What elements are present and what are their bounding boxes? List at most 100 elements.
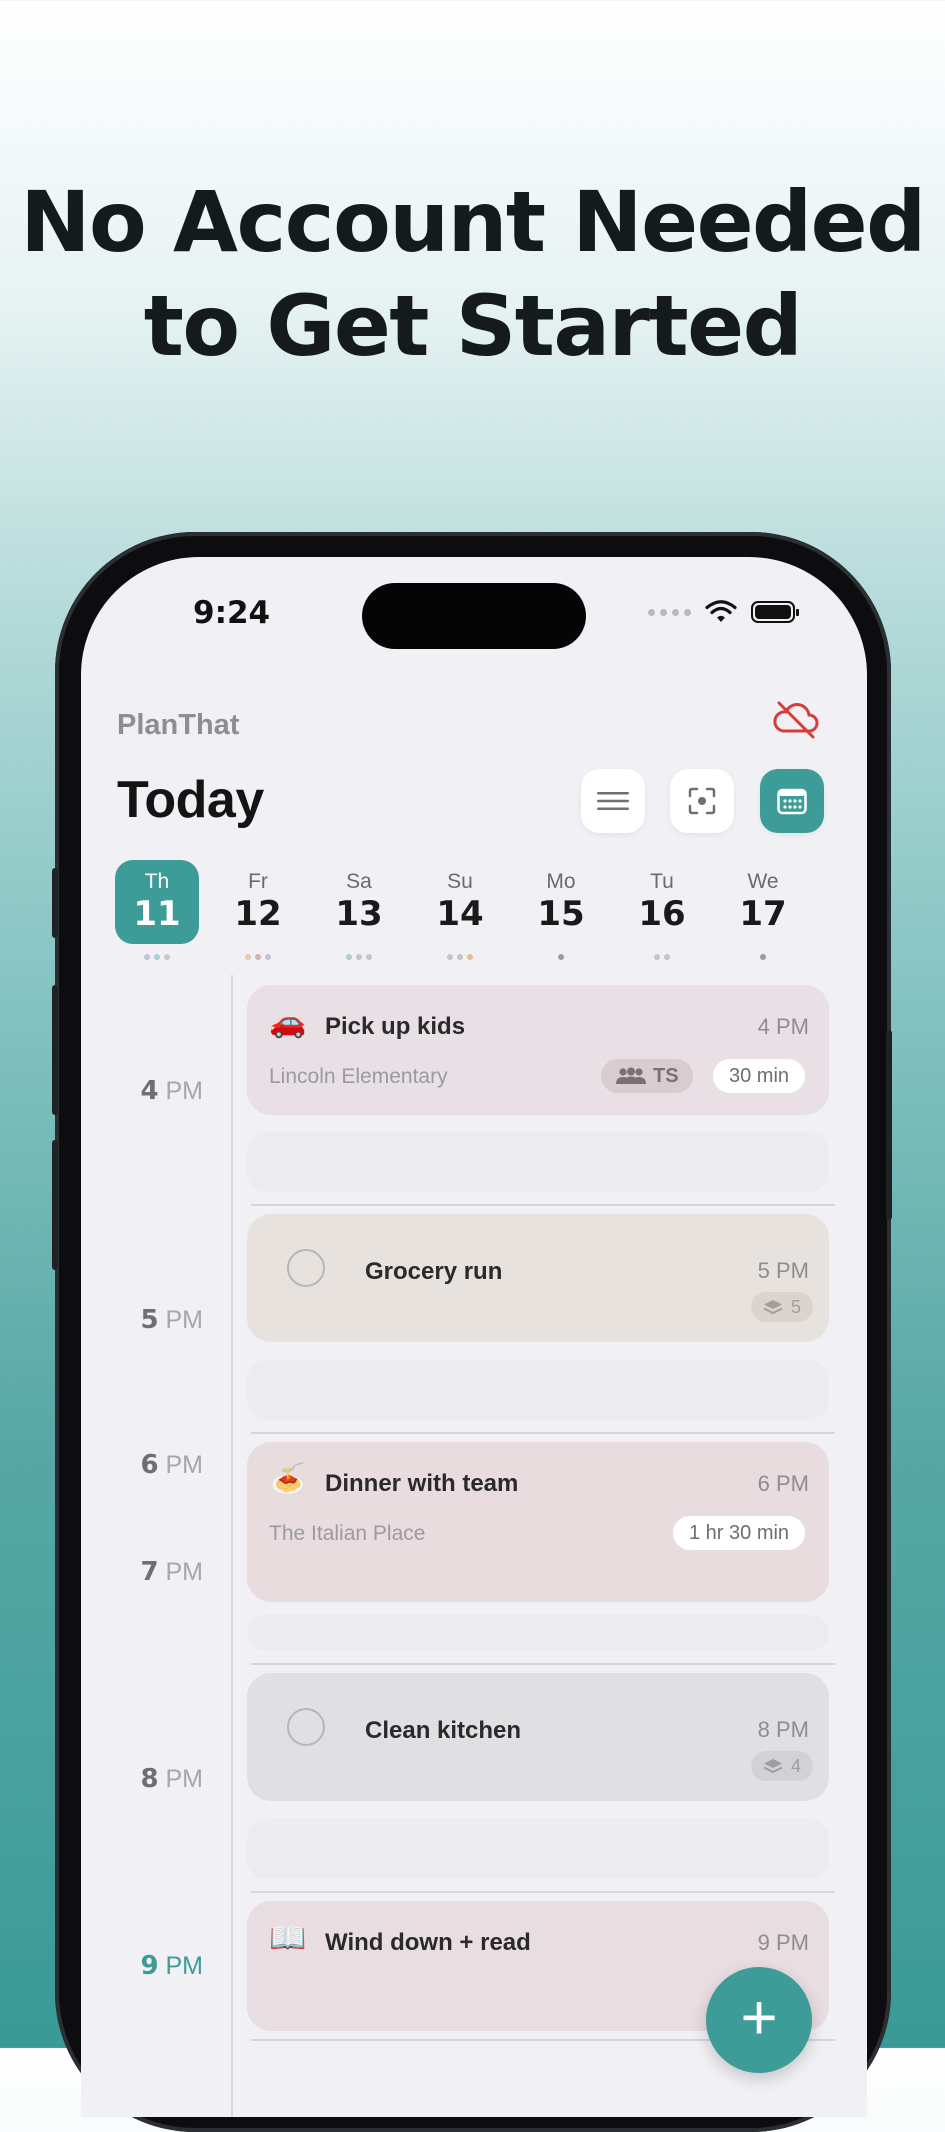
event-time: 9 PM	[757, 1930, 809, 1955]
app-name: PlanThat	[117, 709, 240, 741]
task-time: 5 PM	[757, 1258, 809, 1283]
empty-slot[interactable]	[247, 1819, 829, 1879]
car-icon: 🚗	[269, 1006, 307, 1039]
focus-view-button[interactable]	[670, 769, 734, 833]
empty-slot[interactable]	[247, 1132, 829, 1192]
calendar-icon	[777, 788, 807, 815]
duration-badge: 30 min	[713, 1059, 806, 1093]
phone-volume-down	[52, 1140, 58, 1270]
spaghetti-icon: 🍝	[269, 1463, 307, 1496]
task-time: 8 PM	[757, 1717, 809, 1742]
task-title: Clean kitchen	[365, 1717, 522, 1744]
day-name: Mo	[546, 870, 576, 893]
event-time: 6 PM	[757, 1471, 809, 1496]
phone-power-button	[886, 1030, 892, 1220]
event-title: Wind down + read	[325, 1929, 531, 1956]
day-name: Tu	[650, 870, 674, 893]
signal-icon	[648, 608, 691, 616]
headline-line-1: No Account Needed	[20, 173, 926, 271]
phone-mute-switch	[52, 868, 58, 938]
marketing-headline: No Account Needed to Get Started	[0, 170, 945, 378]
hour-label-8pm: 8 PM	[140, 1764, 203, 1794]
task-card-clean-kitchen[interactable]: Clean kitchen 8 PM 4	[247, 1673, 829, 1801]
event-dots	[620, 954, 704, 960]
task-title: Grocery run	[365, 1258, 503, 1285]
hour-separator	[251, 1891, 835, 1893]
day-number: 12	[234, 894, 282, 934]
day-name: We	[747, 870, 779, 893]
stack-icon	[763, 1300, 783, 1315]
attendee-initials: TS	[653, 1065, 679, 1087]
people-icon	[616, 1067, 646, 1084]
task-checkbox[interactable]	[287, 1249, 325, 1287]
attendees-badge: TS	[601, 1059, 693, 1093]
day-number: 15	[537, 894, 585, 934]
week-strip: Th 11 Fr 12 Sa 13 Su 14 Mo 15 Tu 16 We 1…	[107, 860, 867, 970]
hour-label-9pm: 9 PM	[140, 1951, 203, 1981]
event-dots	[519, 954, 603, 960]
day-we-17[interactable]: We 17	[721, 860, 805, 964]
event-time: 4 PM	[757, 1014, 809, 1039]
day-name: Fr	[248, 870, 268, 893]
subtask-count-badge: 4	[751, 1751, 814, 1781]
event-card-pick-up-kids[interactable]: 🚗 Pick up kids 4 PM Lincoln Elementary T…	[247, 985, 829, 1115]
empty-slot[interactable]	[247, 1615, 829, 1651]
list-view-button[interactable]	[581, 769, 645, 833]
phone-volume-up	[52, 985, 58, 1115]
event-title: Dinner with team	[325, 1470, 519, 1497]
event-location: Lincoln Elementary	[269, 1065, 448, 1088]
subtask-count: 5	[791, 1297, 802, 1317]
day-number: 17	[739, 894, 787, 934]
empty-slot[interactable]	[247, 1360, 829, 1420]
hour-label-5pm: 5 PM	[140, 1305, 203, 1335]
day-th-11[interactable]: Th 11	[115, 860, 199, 960]
day-number: 13	[335, 894, 383, 934]
day-tu-16[interactable]: Tu 16	[620, 860, 704, 964]
day-fr-12[interactable]: Fr 12	[216, 860, 300, 964]
dynamic-island	[362, 583, 586, 649]
day-mo-15[interactable]: Mo 15	[519, 860, 603, 964]
day-number: 14	[436, 894, 484, 934]
timeline-rail	[231, 975, 233, 2117]
hour-separator	[251, 1204, 835, 1206]
wifi-icon	[705, 600, 737, 622]
day-name: Th	[144, 870, 170, 893]
event-dots	[418, 954, 502, 960]
event-title: Pick up kids	[325, 1013, 466, 1040]
day-name: Su	[447, 870, 473, 893]
subtask-count: 4	[791, 1756, 802, 1776]
day-sa-13[interactable]: Sa 13	[317, 860, 401, 964]
subtask-count-badge: 5	[751, 1292, 814, 1322]
hour-label-4pm: 4 PM	[140, 1076, 203, 1106]
day-number: 11	[133, 894, 181, 934]
event-card-dinner-with-team[interactable]: 🍝 Dinner with team 6 PM The Italian Plac…	[247, 1442, 829, 1602]
event-dots	[115, 954, 199, 960]
day-number: 16	[638, 894, 686, 934]
app-screen: 9:24 PlanThat Today Th 11 Fr 12 Sa 13 Su…	[81, 557, 867, 2117]
cloud-sync-off-icon[interactable]	[771, 699, 821, 739]
hour-label-6pm: 6 PM	[140, 1450, 203, 1480]
focus-scan-icon	[688, 787, 716, 815]
hour-separator	[251, 1663, 835, 1665]
battery-icon	[751, 601, 799, 623]
event-dots	[317, 954, 401, 960]
headline-line-2: to Get Started	[143, 277, 803, 375]
status-icons	[648, 600, 799, 624]
hour-separator	[251, 1432, 835, 1434]
duration-badge: 1 hr 30 min	[673, 1516, 806, 1550]
event-dots	[216, 954, 300, 960]
event-dots	[721, 954, 805, 960]
stack-icon	[763, 1759, 783, 1774]
hour-label-7pm: 7 PM	[140, 1557, 203, 1587]
event-location: The Italian Place	[269, 1522, 426, 1545]
page-title: Today	[117, 771, 264, 829]
add-event-button[interactable]: +	[706, 1967, 812, 2073]
task-checkbox[interactable]	[287, 1708, 325, 1746]
open-book-icon: 📖	[269, 1922, 307, 1955]
status-time: 9:24	[193, 595, 271, 631]
task-card-grocery-run[interactable]: Grocery run 5 PM 5	[247, 1214, 829, 1342]
day-su-14[interactable]: Su 14	[418, 860, 502, 964]
calendar-view-button[interactable]	[760, 769, 824, 833]
day-name: Sa	[346, 870, 372, 893]
menu-lines-icon	[597, 792, 629, 810]
